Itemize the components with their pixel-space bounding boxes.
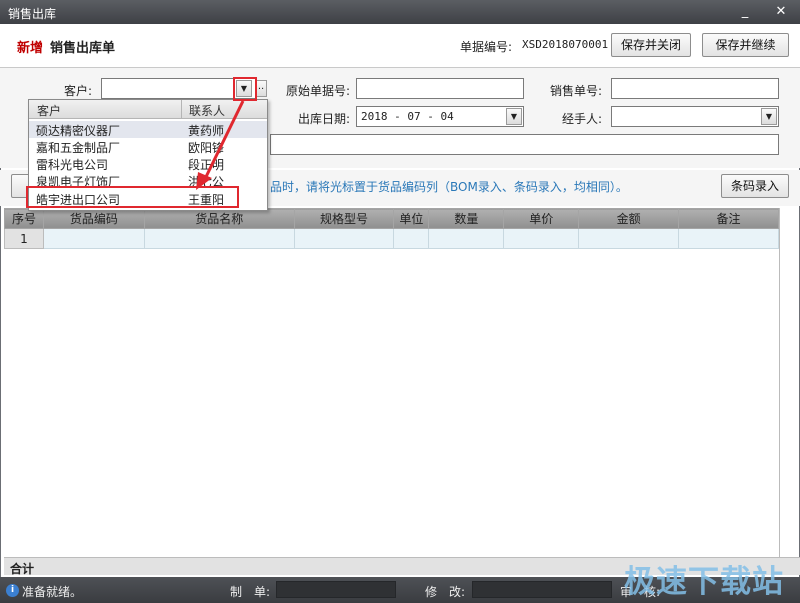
items-grid: 序号 货品编码 货品名称 规格型号 单位 数量 单价 金额 备注 1: [4, 208, 779, 249]
column-header[interactable]: 货品编码: [42, 208, 145, 229]
dropdown-header-divider: [181, 100, 182, 119]
column-header[interactable]: 数量: [428, 208, 505, 229]
title-bar: 销售出库 _ ✕: [0, 0, 800, 24]
grid-background: [4, 249, 779, 557]
modifier-field: [472, 581, 612, 598]
dropdown-item-contact: 欧阳锋: [188, 141, 225, 155]
doc-number-value: XSD2018070001: [522, 38, 609, 51]
dropdown-item-contact: 段正明: [188, 158, 225, 172]
dropdown-item-contact: 黄药师: [188, 124, 225, 138]
column-header[interactable]: 单价: [503, 208, 580, 229]
handler-label: 经手人:: [561, 112, 602, 126]
original-number-input[interactable]: [356, 78, 524, 99]
chevron-down-icon: ▼: [510, 112, 518, 121]
table-cell[interactable]: [393, 228, 430, 249]
column-header[interactable]: 备注: [678, 208, 779, 229]
status-ready-text: 准备就绪。: [22, 585, 83, 599]
table-cell[interactable]: [143, 228, 295, 249]
maker-label: 制 单:: [230, 585, 271, 599]
dropdown-item[interactable]: 雷科光电公司 段正明: [29, 155, 267, 172]
table-cell[interactable]: [293, 228, 395, 249]
window-title: 销售出库: [8, 7, 57, 21]
dropdown-item-customer: 硕达精密仪器厂: [36, 124, 121, 138]
maker-field: [276, 581, 396, 598]
annotation-box-selected-item: [26, 186, 239, 208]
doc-number-label: 单据编号:: [460, 40, 513, 54]
original-number-label: 原始单据号:: [285, 84, 350, 98]
barcode-entry-button[interactable]: 条码录入: [721, 174, 789, 198]
dropdown-col-customer: 客户: [37, 104, 62, 118]
column-header[interactable]: 规格型号: [293, 208, 395, 229]
table-row[interactable]: 1: [4, 228, 779, 249]
column-header[interactable]: 序号: [4, 208, 44, 229]
date-dropdown-button[interactable]: ▼: [506, 108, 522, 125]
grid-right-border: [779, 208, 780, 557]
handler-input[interactable]: [611, 106, 779, 127]
table-cell[interactable]: [678, 228, 779, 249]
column-header[interactable]: 货品名称: [143, 208, 295, 229]
dropdown-item-customer: 嘉和五金制品厂: [36, 141, 121, 155]
dropdown-item[interactable]: 硕达精密仪器厂 黄药师: [29, 121, 267, 138]
save-and-continue-button[interactable]: 保存并继续: [702, 33, 789, 57]
watermark-logo: 极速下载站: [624, 564, 784, 600]
table-cell[interactable]: [428, 228, 505, 249]
modifier-label: 修 改:: [425, 585, 466, 599]
header-bar: 新增 销售出库单 单据编号: XSD2018070001 保存并关闭 保存并继续: [0, 24, 800, 68]
dropdown-item-customer: 雷科光电公司: [36, 158, 109, 172]
annotation-box-dropdown-button: [233, 77, 257, 101]
save-and-close-button[interactable]: 保存并关闭: [611, 33, 691, 57]
table-cell[interactable]: [578, 228, 680, 249]
out-date-label: 出库日期:: [297, 112, 350, 126]
out-date-input[interactable]: 2018 - 07 - 04: [356, 106, 524, 127]
sales-number-input[interactable]: [611, 78, 779, 99]
sales-number-label: 销售单号:: [549, 84, 602, 98]
chevron-down-icon: ▼: [765, 112, 773, 121]
dropdown-col-contact: 联系人: [189, 104, 226, 118]
remark-input[interactable]: [270, 134, 779, 155]
row-number-cell: 1: [4, 228, 44, 249]
new-tag: 新增: [17, 41, 44, 56]
close-button[interactable]: ✕: [770, 3, 792, 21]
page-title: 销售出库单: [50, 41, 116, 56]
minimize-button[interactable]: _: [734, 3, 756, 21]
dropdown-item[interactable]: 嘉和五金制品厂 欧阳锋: [29, 138, 267, 155]
total-label: 合计: [10, 562, 35, 576]
column-header[interactable]: 单位: [393, 208, 430, 229]
table-cell[interactable]: [42, 228, 145, 249]
entry-hint: 品时，请将光标置于货品编码列（BOM录入、条码录入，均相同）。: [270, 180, 628, 194]
dropdown-header: 客户 联系人: [29, 100, 267, 119]
customer-label: 客户:: [63, 84, 92, 98]
info-icon: i: [6, 584, 19, 597]
column-header[interactable]: 金额: [578, 208, 680, 229]
table-cell[interactable]: [503, 228, 580, 249]
handler-dropdown-button[interactable]: ▼: [761, 108, 777, 125]
